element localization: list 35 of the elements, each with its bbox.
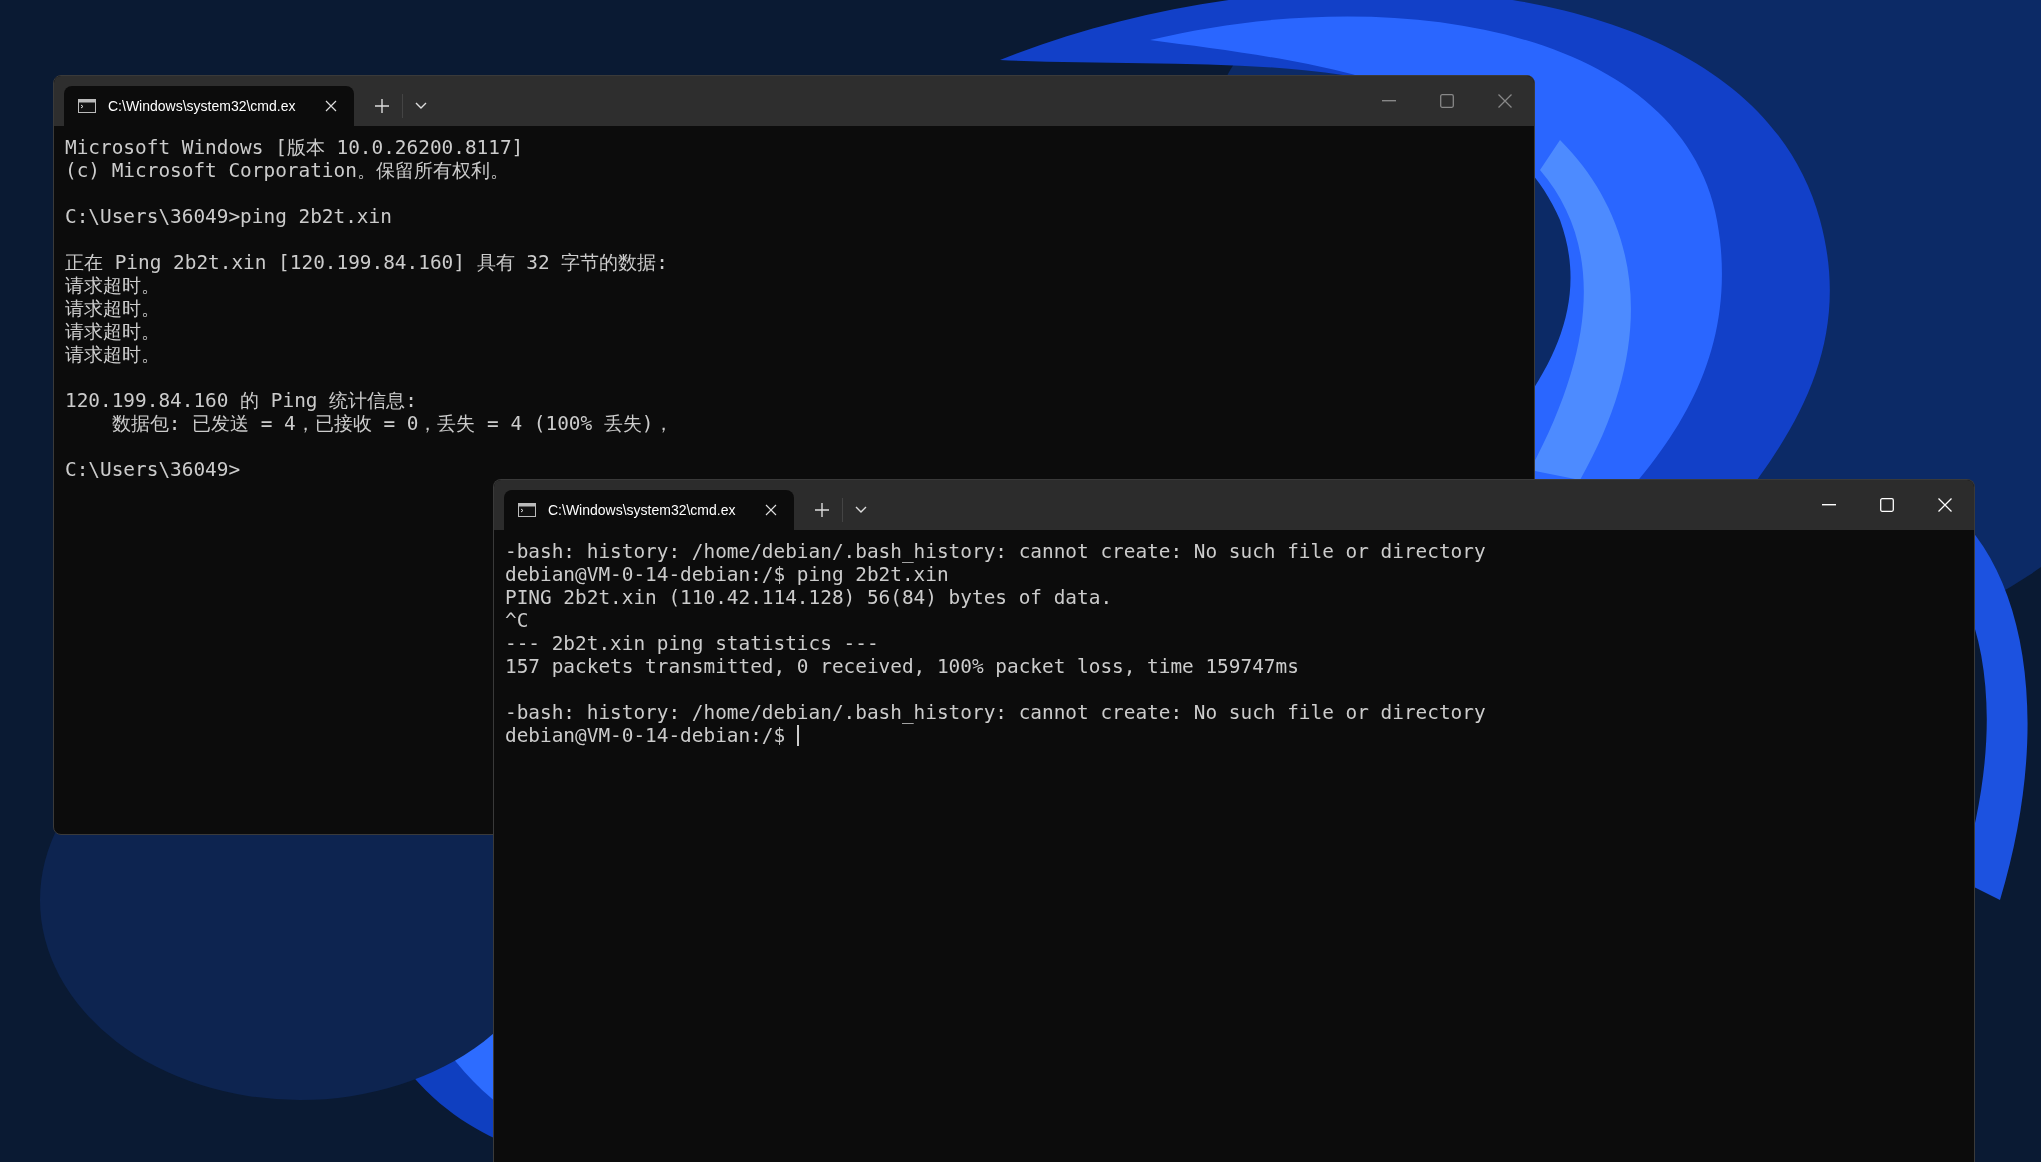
plus-icon [815,503,829,517]
maximize-icon [1440,94,1454,108]
terminal-line: 正在 Ping 2b2t.xin [120.199.84.160] 具有 32 字节的数据: [65,251,668,274]
terminal-icon [518,503,536,517]
terminal-line: --- 2b2t.xin ping statistics --- [505,632,879,655]
terminal-tab[interactable]: C:\Windows\system32\cmd.ex [64,86,354,126]
terminal-line: -bash: history: /home/debian/.bash_history: cannot create: No such file or directory [505,540,1486,563]
terminal-line: ^C [505,609,529,632]
close-icon [1498,94,1512,108]
chevron-down-icon [855,506,867,514]
terminal-line: (c) Microsoft Corporation。保留所有权利。 [65,159,509,182]
minimize-icon [1822,504,1836,506]
terminal-line: PING 2b2t.xin (110.42.114.128) 56(84) bytes of data. [505,586,1113,609]
terminal-line: 请求超时。 [65,343,160,366]
terminal-line: C:\Users\36049> [65,458,241,481]
terminal-line: debian@VM-0-14-debian:/$ ping 2b2t.xin [505,563,949,586]
terminal-tab[interactable]: C:\Windows\system32\cmd.ex [504,490,794,530]
terminal-line: 请求超时。 [65,320,160,343]
chevron-down-icon [415,102,427,110]
close-icon [1938,498,1952,512]
terminal-line: debian@VM-0-14-debian:/$ [505,724,787,747]
terminal-icon [78,99,96,113]
terminal-line: 数据包: 已发送 = 4，已接收 = 0，丢失 = 4 (100% 丢失)， [110,412,673,435]
terminal-line: -bash: history: /home/debian/.bash_history: cannot create: No such file or directory [505,701,1486,724]
terminal-line: 请求超时。 [65,297,160,320]
minimize-icon [1382,100,1396,102]
terminal-line: 157 packets transmitted, 0 received, 100% packet loss, time 159747ms [505,655,1299,678]
terminal-line: Microsoft Windows [版本 10.0.26200.8117] [65,136,524,159]
terminal-line: 120.199.84.160 的 Ping 统计信息: [65,389,417,412]
maximize-icon [1880,498,1894,512]
terminal-line: 请求超时。 [65,274,160,297]
plus-icon [375,99,389,113]
close-icon [325,100,337,112]
terminal-line: C:\Users\36049>ping 2b2t.xin [65,205,392,228]
close-icon [765,504,777,516]
